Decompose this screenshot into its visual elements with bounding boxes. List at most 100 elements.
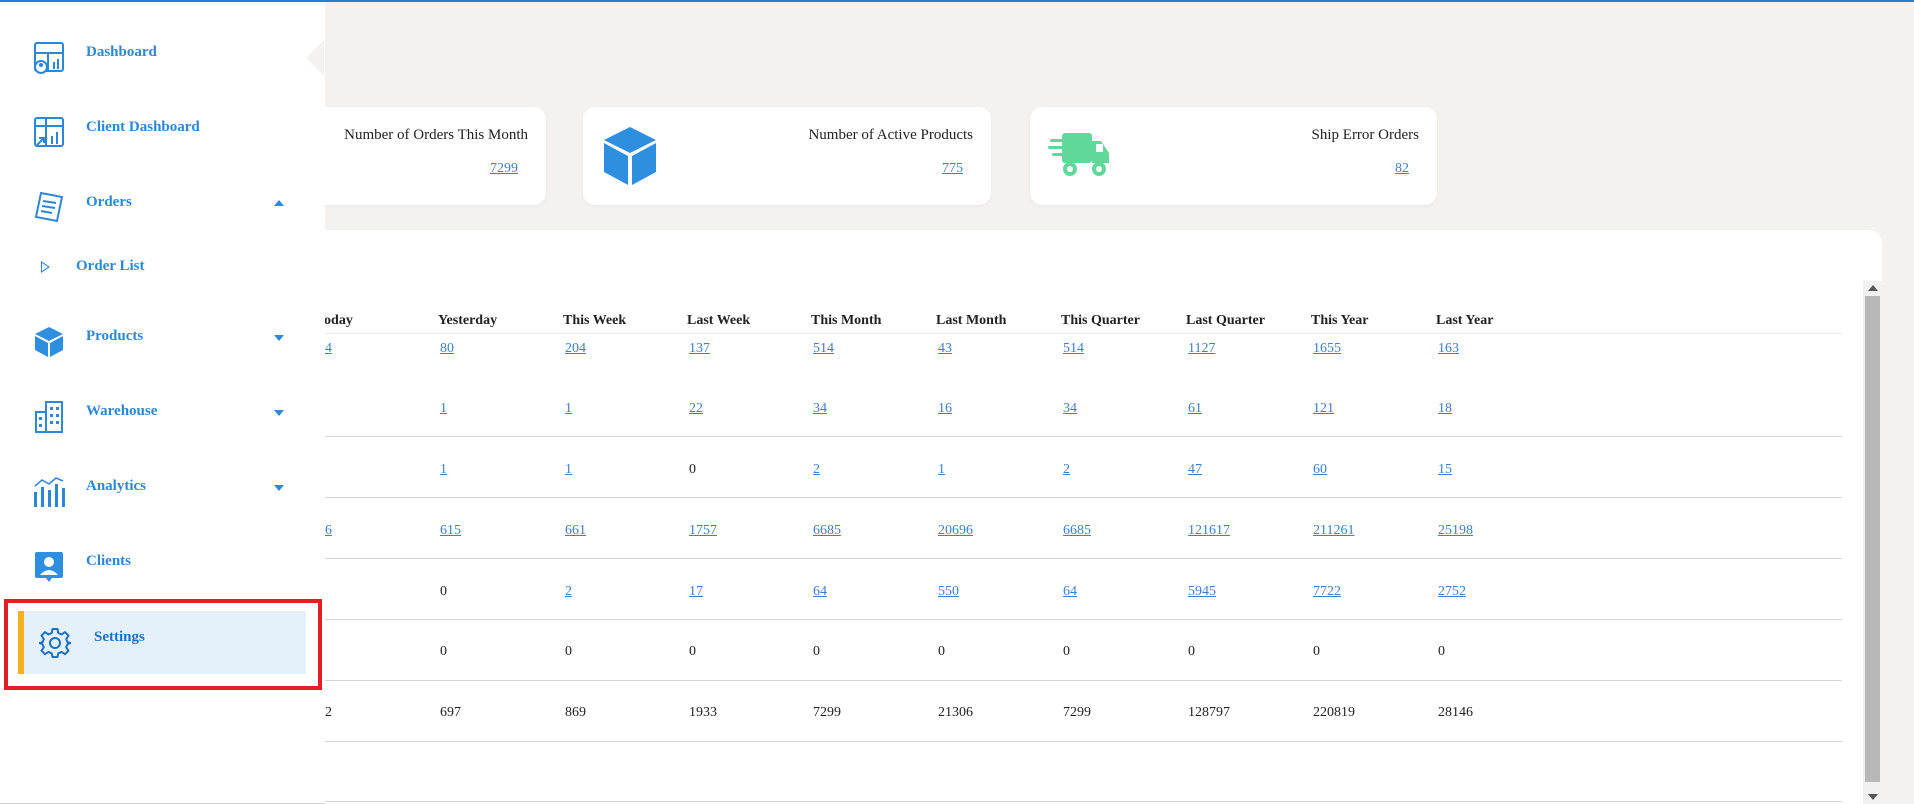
table-cell: 28146 <box>1438 705 1473 720</box>
row-divider <box>316 741 1842 742</box>
table-cell-link[interactable]: 615 <box>440 523 461 539</box>
sidebar-item-label: Client Dashboard <box>86 119 200 135</box>
row-divider <box>316 558 1842 559</box>
chevron-down-icon[interactable] <box>274 335 284 341</box>
vertical-scrollbar[interactable] <box>1863 281 1882 804</box>
play-triangle-icon <box>41 261 50 273</box>
table-cell-link[interactable]: 1655 <box>1313 341 1341 357</box>
scroll-down-arrow-icon[interactable] <box>1868 794 1878 800</box>
chevron-up-icon[interactable] <box>274 200 284 206</box>
table-cell-link[interactable]: 16 <box>938 401 952 417</box>
table-cell: 0 <box>938 644 945 659</box>
card-value-link[interactable]: 7299 <box>490 161 518 177</box>
table-cell-link[interactable]: 1 <box>440 462 447 478</box>
table-cell-link[interactable]: 20696 <box>938 523 973 539</box>
table-cell-link[interactable]: 550 <box>938 584 959 600</box>
sidebar-item-label: Warehouse <box>86 403 158 419</box>
table-cell: 0 <box>1063 644 1070 659</box>
chevron-down-icon[interactable] <box>274 485 284 491</box>
table-cell: 21306 <box>938 705 973 720</box>
table-cell-link[interactable]: 34 <box>813 401 827 417</box>
sidebar-item-analytics[interactable]: Analytics <box>0 457 325 517</box>
table-cell-link[interactable]: 17 <box>689 584 703 600</box>
table-cell-link[interactable]: 80 <box>440 341 454 357</box>
row-divider <box>316 436 1842 437</box>
sidebar-active-pointer <box>306 40 324 76</box>
table-cell-link[interactable]: 661 <box>565 523 586 539</box>
table-cell-link[interactable]: 137 <box>689 341 710 357</box>
table-cell-link[interactable]: 5945 <box>1188 584 1216 600</box>
table-cell-link[interactable]: 1 <box>565 462 572 478</box>
ship-error-orders-card: Ship Error Orders 82 <box>1030 107 1437 205</box>
table-cell-link[interactable]: 2 <box>813 462 820 478</box>
scrollbar-thumb[interactable] <box>1865 296 1880 782</box>
card-value-link[interactable]: 82 <box>1395 161 1409 177</box>
building-icon <box>35 401 63 433</box>
table-cell-link[interactable]: 121 <box>1313 401 1334 417</box>
card-value-link[interactable]: 775 <box>942 161 963 177</box>
table-cell: 0 <box>440 644 447 659</box>
table-cell-link[interactable]: 204 <box>565 341 586 357</box>
sidebar-item-dashboard[interactable]: Dashboard <box>0 23 325 83</box>
table-cell-link[interactable]: 6685 <box>1063 523 1091 539</box>
table-cell-link[interactable]: 64 <box>1063 584 1077 600</box>
table-cell: 7299 <box>813 705 841 720</box>
sidebar-item-products[interactable]: Products <box>0 307 325 367</box>
table-cell-link[interactable]: 2 <box>565 584 572 600</box>
table-cell-link[interactable]: 1 <box>440 401 447 417</box>
table-cell-link[interactable]: 64 <box>813 584 827 600</box>
table-cell-link[interactable]: 514 <box>1063 341 1084 357</box>
bar-chart-icon <box>34 477 65 507</box>
chevron-down-icon[interactable] <box>274 410 284 416</box>
table-cell-link[interactable]: 47 <box>1188 462 1202 478</box>
sidebar-item-label: Dashboard <box>86 44 157 60</box>
table-cell-link[interactable]: 1 <box>565 401 572 417</box>
column-header: This Week <box>563 313 627 328</box>
table-cell-link[interactable]: 22 <box>689 401 703 417</box>
sidebar-item-label: Orders <box>86 194 132 210</box>
table-cell-link[interactable]: 2752 <box>1438 584 1466 600</box>
table-cell: 0 <box>689 644 696 659</box>
table-cell: 7299 <box>1063 705 1091 720</box>
card-title: Number of Orders This Month <box>344 127 528 143</box>
table-cell-link[interactable]: 60 <box>1313 462 1327 478</box>
table-cell-link[interactable]: 34 <box>1063 401 1077 417</box>
table-cell-link[interactable]: 2 <box>1063 462 1070 478</box>
sidebar-item-orders[interactable]: Orders <box>0 173 325 233</box>
sidebar-item-clients[interactable]: Clients <box>0 532 325 592</box>
table-cell-link[interactable]: 25198 <box>1438 523 1473 539</box>
column-header: This Month <box>811 313 882 328</box>
dashboard-icon <box>34 42 64 74</box>
scroll-up-arrow-icon[interactable] <box>1868 285 1878 291</box>
column-header: Yesterday <box>438 313 498 328</box>
row-divider <box>316 619 1842 620</box>
sidebar-subitem-order-list[interactable]: Order List <box>0 252 325 282</box>
table-cell-link[interactable]: 1 <box>938 462 945 478</box>
table-cell-link[interactable]: 1127 <box>1188 341 1215 357</box>
table-cell-link[interactable]: 514 <box>813 341 834 357</box>
table-cell-link[interactable]: 6685 <box>813 523 841 539</box>
table-cell-link[interactable]: 15 <box>1438 462 1452 478</box>
table-cell: 869 <box>565 705 586 720</box>
table-cell: 128797 <box>1188 705 1230 720</box>
settings-highlight-box <box>4 599 322 690</box>
sidebar-item-label: Clients <box>86 553 131 569</box>
table-cell: 1933 <box>689 705 717 720</box>
column-header: Last Month <box>936 313 1007 328</box>
table-cell: 0 <box>1438 644 1445 659</box>
table-cell-link[interactable]: 7722 <box>1313 584 1341 600</box>
sidebar-subitem-label: Order List <box>76 258 145 274</box>
table-cell: 0 <box>565 644 572 659</box>
sidebar-item-warehouse[interactable]: Warehouse <box>0 382 325 442</box>
top-accent-line <box>0 0 1914 2</box>
row-divider <box>316 680 1842 681</box>
table-cell-link[interactable]: 211261 <box>1313 523 1354 539</box>
table-cell-link[interactable]: 121617 <box>1188 523 1230 539</box>
table-cell-link[interactable]: 43 <box>938 341 952 357</box>
table-cell-link[interactable]: 1757 <box>689 523 717 539</box>
table-cell-link[interactable]: 18 <box>1438 401 1452 417</box>
sidebar-item-client-dashboard[interactable]: Client Dashboard <box>0 98 325 158</box>
table-cell-link[interactable]: 61 <box>1188 401 1202 417</box>
column-header: Last Week <box>687 313 751 328</box>
table-cell-link[interactable]: 163 <box>1438 341 1459 357</box>
